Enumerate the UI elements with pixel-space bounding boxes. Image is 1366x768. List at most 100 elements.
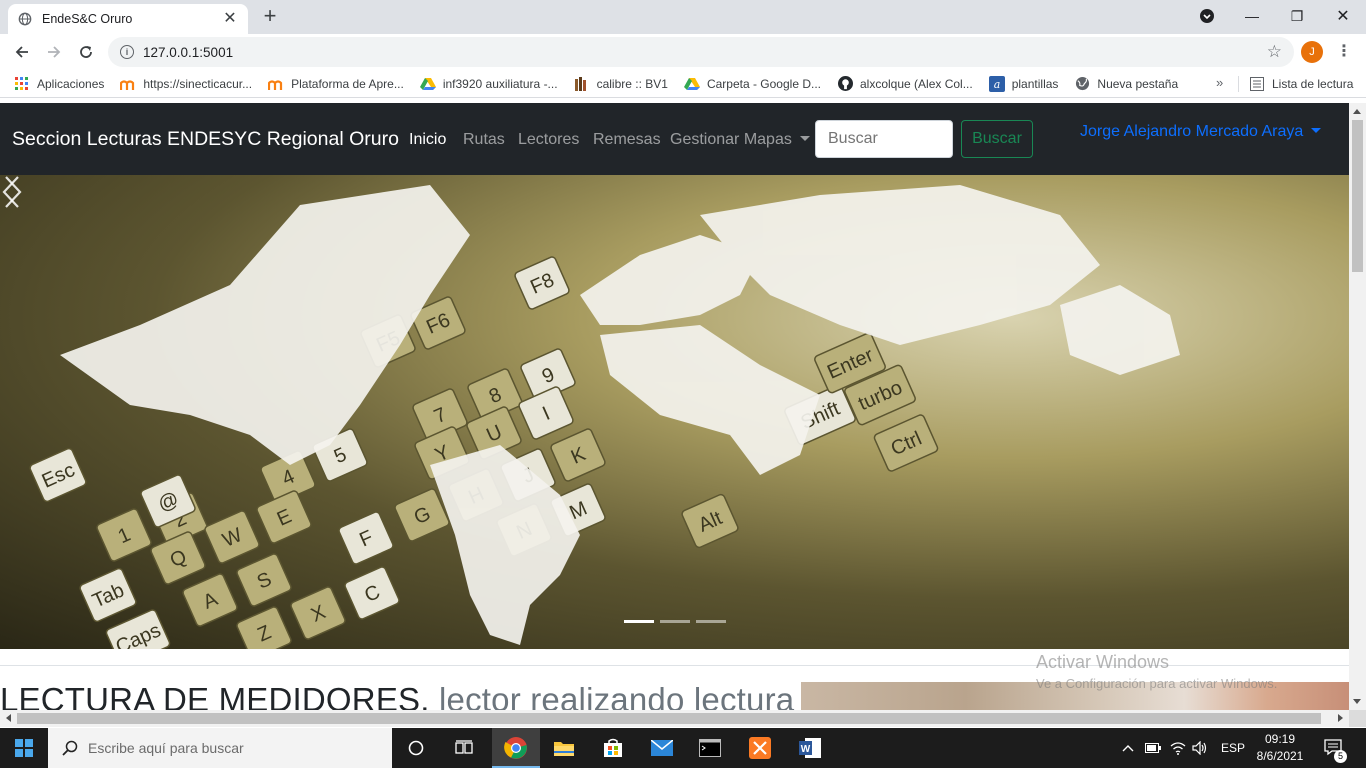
bookmark-item[interactable]: Carpeta - Google D... xyxy=(683,76,821,92)
bookmark-item[interactable]: alxcolque (Alex Col... xyxy=(837,76,973,92)
tab-title: EndeS&C Oruro xyxy=(42,12,133,26)
close-tab-icon[interactable]: ✕ xyxy=(222,11,238,27)
keyboard-key: Q xyxy=(150,531,206,585)
taskbar-clock[interactable]: 09:19 8/6/2021 xyxy=(1250,731,1310,765)
user-dropdown[interactable]: Jorge Alejandro Mercado Araya xyxy=(1080,123,1322,141)
taskbar-chrome[interactable] xyxy=(492,728,540,768)
url-text[interactable]: 127.0.0.1:5001 xyxy=(143,45,233,60)
taskbar-xampp[interactable] xyxy=(736,728,784,768)
new-tab-button[interactable]: + xyxy=(260,5,280,27)
bookmark-item[interactable]: calibre :: BV1 xyxy=(574,76,668,92)
forward-button[interactable] xyxy=(42,40,66,64)
heading-muted: lector realizando lectura xyxy=(438,681,795,710)
arrow-left-icon xyxy=(15,46,28,58)
carousel-next-icon[interactable] xyxy=(0,175,24,209)
keyboard-key: Esc xyxy=(29,447,87,503)
carousel-indicator[interactable] xyxy=(696,620,726,623)
nav-dropdown-gestionar-mapas[interactable]: Gestionar Mapas xyxy=(670,131,810,149)
site-info-icon[interactable]: i xyxy=(120,45,134,59)
nav-link-lectores[interactable]: Lectores xyxy=(518,131,579,149)
bookmarks-bar: Aplicaciones https://sinecticacur... Pla… xyxy=(0,70,1366,98)
moodle-icon xyxy=(120,76,136,92)
arrow-right-icon xyxy=(48,46,61,58)
bookmark-star-icon[interactable]: ☆ xyxy=(1267,42,1282,62)
keyboard-key: C xyxy=(344,566,400,620)
taskbar-store[interactable] xyxy=(589,728,637,768)
search-input[interactable] xyxy=(815,120,953,158)
continent-shape xyxy=(430,445,580,645)
keyboard-key: W xyxy=(204,510,260,564)
scroll-right-arrow-icon[interactable] xyxy=(1338,714,1343,722)
restore-button[interactable]: ❐ xyxy=(1279,4,1315,28)
globe-icon xyxy=(1074,76,1090,92)
search-button[interactable]: Buscar xyxy=(961,120,1033,158)
bookmark-separator xyxy=(1238,76,1239,92)
tab-search-icon xyxy=(1200,9,1214,23)
activation-watermark-text: Ve a Configuración para activar Windows. xyxy=(1036,676,1278,691)
taskbar-word[interactable]: W xyxy=(786,728,834,768)
bookmark-label: https://sinecticacur... xyxy=(143,76,253,91)
keyboard-key: A xyxy=(182,573,238,627)
bookmark-label: alxcolque (Alex Col... xyxy=(860,76,973,91)
bookmark-item[interactable]: Plataforma de Apre... xyxy=(268,76,404,92)
carousel-indicator[interactable] xyxy=(624,620,654,623)
keyboard-key: S xyxy=(236,553,292,607)
scroll-up-arrow-icon[interactable] xyxy=(1353,109,1361,114)
keyboard-key: Tab xyxy=(79,567,137,623)
scrollbar-thumb[interactable] xyxy=(1352,120,1363,272)
cortana-button[interactable] xyxy=(392,728,440,768)
world-map-silhouette xyxy=(60,185,1180,645)
bookmark-item[interactable]: Aplicaciones xyxy=(14,76,104,92)
horizontal-scrollbar[interactable] xyxy=(0,710,1349,727)
bookmark-item[interactable]: inf3920 auxiliatura -... xyxy=(419,76,558,92)
calibre-books-icon xyxy=(574,76,590,92)
show-hidden-icons-button[interactable] xyxy=(1122,728,1134,768)
close-window-button[interactable]: ✕ xyxy=(1325,4,1361,28)
store-bag-icon xyxy=(604,738,622,757)
wifi-tray-button[interactable] xyxy=(1170,728,1186,768)
battery-tray-button[interactable] xyxy=(1145,728,1161,768)
browser-toolbar: i 127.0.0.1:5001 ☆ xyxy=(0,34,1366,70)
browser-tab[interactable]: EndeS&C Oruro ✕ xyxy=(8,4,248,34)
user-name: Jorge Alejandro Mercado Araya xyxy=(1080,123,1304,140)
navbar-brand[interactable]: Seccion Lecturas ENDESYC Regional Oruro xyxy=(12,128,399,151)
address-bar[interactable]: i 127.0.0.1:5001 ☆ xyxy=(108,37,1294,67)
activation-watermark-title: Activar Windows xyxy=(1036,652,1170,672)
bookmark-item[interactable]: Nueva pestaña xyxy=(1074,76,1178,92)
vertical-scrollbar[interactable] xyxy=(1349,103,1366,710)
more-bookmarks-button[interactable]: » xyxy=(1216,75,1223,90)
back-button[interactable] xyxy=(10,40,34,64)
svg-text:a: a xyxy=(993,78,1000,91)
taskbar-file-explorer[interactable] xyxy=(540,728,588,768)
taskbar-search-placeholder: Escribe aquí para buscar xyxy=(88,740,244,756)
windows-taskbar: Escribe aquí para buscar W ESP 09:19 8/6… xyxy=(0,728,1366,768)
scroll-left-arrow-icon[interactable] xyxy=(6,714,11,722)
bookmark-item[interactable]: https://sinecticacur... xyxy=(120,76,252,92)
bookmark-item[interactable]: a plantillas xyxy=(988,75,1058,92)
profile-avatar[interactable]: J xyxy=(1301,41,1323,63)
taskbar-search-box[interactable]: Escribe aquí para buscar xyxy=(48,728,392,768)
nav-link-remesas[interactable]: Remesas xyxy=(593,131,661,149)
nav-link-rutas[interactable]: Rutas xyxy=(463,131,505,149)
task-view-button[interactable] xyxy=(440,728,488,768)
taskbar-terminal[interactable] xyxy=(686,728,734,768)
taskbar-mail[interactable] xyxy=(638,728,686,768)
continent-shape xyxy=(1060,285,1180,375)
reading-list-button[interactable]: Lista de lectura xyxy=(1250,70,1353,98)
start-button[interactable] xyxy=(0,728,48,768)
scrollbar-thumb[interactable] xyxy=(17,713,1321,724)
volume-tray-button[interactable] xyxy=(1192,728,1208,768)
language-indicator[interactable]: ESP xyxy=(1221,728,1245,768)
tab-search-button[interactable] xyxy=(1189,4,1225,28)
nav-dropdown-label: Gestionar Mapas xyxy=(670,131,792,148)
browser-menu-icon[interactable]: ⋮ xyxy=(1336,42,1352,62)
clock-time: 09:19 xyxy=(1264,732,1296,746)
reload-button[interactable] xyxy=(74,40,98,64)
notification-center-button[interactable]: 5 xyxy=(1324,728,1347,768)
nav-link-inicio[interactable]: Inicio xyxy=(409,131,446,149)
carousel-indicator[interactable] xyxy=(660,620,690,623)
minimize-button[interactable]: — xyxy=(1234,4,1270,28)
search-icon xyxy=(62,740,78,756)
scroll-down-arrow-icon[interactable] xyxy=(1353,699,1361,704)
bookmark-label: Plataforma de Apre... xyxy=(291,76,404,91)
